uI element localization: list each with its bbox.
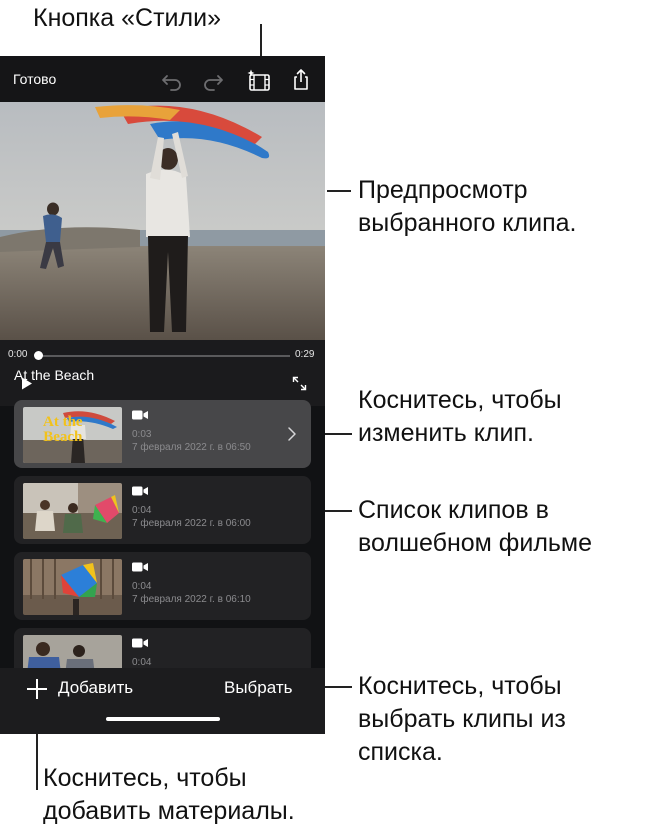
clip-duration: 0:04 (132, 581, 152, 592)
clip-date: 7 февраля 2022 г. в 06:10 (132, 594, 251, 605)
project-title: At the Beach (14, 367, 95, 383)
select-button[interactable]: Выбрать (224, 678, 292, 698)
callout-list-line1: Список клипов в (358, 496, 549, 524)
clip-duration: 0:04 (132, 657, 152, 668)
scrubber-track[interactable] (37, 355, 290, 357)
thumb-title-line1: At the (43, 414, 83, 430)
callout-styles-button: Кнопка «Стили» (33, 4, 221, 32)
clip-date: 7 февраля 2022 г. в 06:00 (132, 518, 251, 529)
callout-clip-list: Список клипов в волшебном фильме (358, 494, 592, 560)
callout-edit-clip: Коснитесь, чтобы изменить клип. (358, 384, 562, 450)
callout-preview: Предпросмотр выбранного клипа. (358, 174, 576, 240)
share-icon[interactable] (289, 68, 313, 92)
video-camera-icon (132, 562, 148, 572)
callout-list-line2: волшебном фильме (358, 529, 593, 557)
clip-date: 7 февраля 2022 г. в 06:50 (132, 442, 251, 453)
undo-icon[interactable] (160, 68, 184, 92)
callout-preview-line1: Предпросмотр (358, 176, 528, 204)
callout-select-line1: Коснитесь, чтобы (358, 672, 562, 700)
done-button[interactable]: Готово (13, 71, 56, 87)
clip-row-3[interactable]: 0:04 7 февраля 2022 г. в 06:10 (14, 552, 311, 620)
video-preview[interactable] (0, 102, 325, 340)
beach-kite-photo (0, 102, 325, 340)
video-camera-icon (132, 410, 148, 420)
clip-thumbnail-1: At the Beach (23, 407, 122, 463)
redo-icon[interactable] (201, 68, 225, 92)
video-camera-icon (132, 486, 148, 496)
add-button[interactable]: Добавить (58, 678, 133, 698)
callout-add-line2: добавить материалы. (43, 797, 295, 825)
styles-icon[interactable] (247, 69, 271, 93)
scrubber-handle[interactable] (34, 351, 43, 360)
clip-duration: 0:04 (132, 505, 152, 516)
time-current: 0:00 (8, 349, 28, 360)
bottom-toolbar: Добавить Выбрать (0, 668, 325, 734)
time-total: 0:29 (295, 349, 315, 360)
clip-thumbnail-3 (23, 559, 122, 615)
clip-row-2[interactable]: 0:04 7 февраля 2022 г. в 06:00 (14, 476, 311, 544)
callout-select-line3: списка. (358, 738, 443, 766)
video-camera-icon (132, 638, 148, 648)
chevron-right-icon[interactable] (287, 426, 297, 442)
thumb-title-line2: Beach (43, 429, 83, 445)
home-indicator[interactable] (106, 717, 220, 721)
callout-select-line2: выбрать клипы из (358, 705, 566, 733)
clip-thumbnail-title: At the Beach (43, 415, 83, 445)
callout-edit-line1: Коснитесь, чтобы (358, 386, 562, 414)
imovie-screen: Готово 0:00 0:29 At the Beach At the Bea… (0, 56, 325, 734)
top-toolbar: Готово (0, 56, 325, 102)
callout-add-line1: Коснитесь, чтобы (43, 764, 247, 792)
callout-edit-line2: изменить клип. (358, 419, 534, 447)
callout-preview-line2: выбранного клипа. (358, 209, 577, 237)
callout-line-preview (327, 190, 351, 192)
clip-duration: 0:03 (132, 429, 152, 440)
callout-select: Коснитесь, чтобы выбрать клипы из списка… (358, 670, 566, 769)
clip-thumbnail-2 (23, 483, 122, 539)
clip-row-1[interactable]: At the Beach 0:03 7 февраля 2022 г. в 06… (14, 400, 311, 468)
add-plus-icon[interactable] (26, 678, 48, 700)
fullscreen-icon[interactable] (292, 376, 307, 391)
callout-add: Коснитесь, чтобы добавить материалы. (43, 762, 295, 828)
